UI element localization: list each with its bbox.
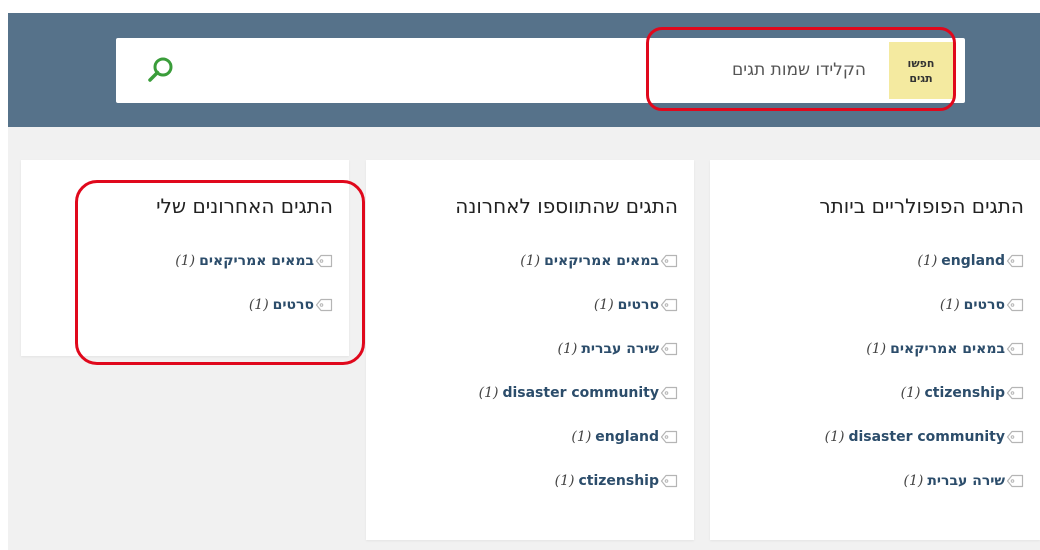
tag-icon: [660, 298, 678, 312]
tag-icon: [660, 386, 678, 400]
tag-count: (1): [571, 429, 592, 445]
tag-list-item: ctizenship (1): [479, 473, 678, 517]
tag-count: (1): [939, 297, 960, 313]
tag-count: (1): [824, 429, 845, 445]
tag-count: (1): [593, 297, 614, 313]
tag-icon: [1006, 298, 1024, 312]
popular-tags-list: england (1) סרטים (1) במאים אמריקאים (1)…: [825, 253, 1024, 517]
tag-link[interactable]: שירה עברית: [581, 341, 659, 357]
tag-link[interactable]: ctizenship: [578, 473, 659, 489]
tag-list-item: disaster community (1): [825, 429, 1024, 473]
tag-icon: [660, 474, 678, 488]
tag-link[interactable]: england: [595, 429, 659, 445]
tag-count: (1): [900, 385, 921, 401]
tag-count: (1): [903, 473, 924, 489]
tag-count: (1): [554, 473, 575, 489]
popular-tags-card: התגים הפופולריים ביותר england (1) סרטים…: [710, 160, 1040, 540]
header-bar: חפשו תגים: [8, 13, 1040, 127]
tag-icon: [660, 254, 678, 268]
tag-link[interactable]: סרטים: [618, 297, 659, 313]
tag-icon: [660, 430, 678, 444]
page-frame: חפשו תגים התגים הפופולריים ביותר england…: [8, 13, 1040, 550]
tag-count: (1): [478, 385, 499, 401]
latest-tags-list: במאים אמריקאים (1) סרטים (1) שירה עברית …: [479, 253, 678, 517]
search-highlight-annotation: [646, 27, 956, 111]
tag-link[interactable]: סרטים: [964, 297, 1005, 313]
popular-tags-title: התגים הפופולריים ביותר: [819, 194, 1024, 218]
tag-list-item: סרטים (1): [825, 297, 1024, 341]
tag-link[interactable]: disaster community: [848, 429, 1005, 445]
tag-count: (1): [917, 253, 938, 269]
tag-list-item: שירה עברית (1): [479, 341, 678, 385]
tag-list-item: במאים אמריקאים (1): [825, 341, 1024, 385]
tag-icon: [1006, 386, 1024, 400]
tag-link[interactable]: disaster community: [502, 385, 659, 401]
tag-link[interactable]: england: [941, 253, 1005, 269]
tag-count: (1): [520, 253, 541, 269]
tag-link[interactable]: במאים אמריקאים: [544, 253, 659, 269]
tag-link[interactable]: במאים אמריקאים: [890, 341, 1005, 357]
tag-icon: [1006, 342, 1024, 356]
tag-list-item: שירה עברית (1): [825, 473, 1024, 517]
latest-tags-card: התגים שהתווספו לאחרונה במאים אמריקאים (1…: [366, 160, 694, 540]
tag-list-item: סרטים (1): [479, 297, 678, 341]
tag-count: (1): [557, 341, 578, 357]
tag-link[interactable]: ctizenship: [924, 385, 1005, 401]
tag-list-item: england (1): [825, 253, 1024, 297]
tag-list-item: ctizenship (1): [825, 385, 1024, 429]
search-icon[interactable]: [146, 55, 176, 85]
tag-count: (1): [866, 341, 887, 357]
tag-icon: [1006, 474, 1024, 488]
search-button[interactable]: [143, 52, 179, 88]
latest-tags-title: התגים שהתווספו לאחרונה: [455, 194, 678, 218]
recent-tags-highlight-annotation: [75, 180, 365, 365]
tag-icon: [660, 342, 678, 356]
tag-link[interactable]: שירה עברית: [927, 473, 1005, 489]
tag-list-item: england (1): [479, 429, 678, 473]
tag-list-item: disaster community (1): [479, 385, 678, 429]
tag-list-item: במאים אמריקאים (1): [479, 253, 678, 297]
tag-icon: [1006, 254, 1024, 268]
tag-icon: [1006, 430, 1024, 444]
